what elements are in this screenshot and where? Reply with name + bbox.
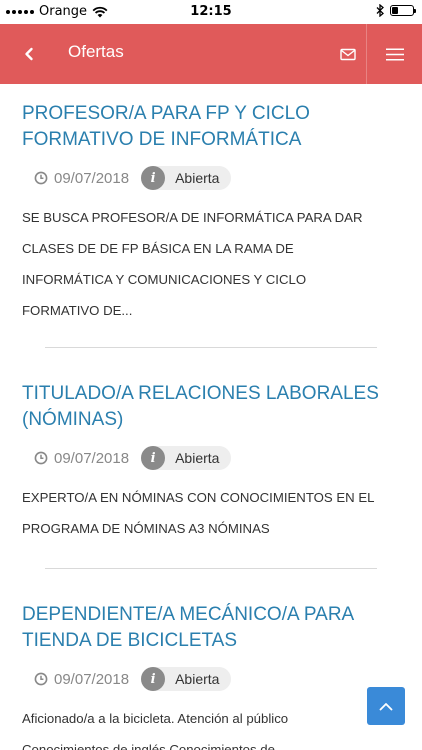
offer-description: Aficionado/a a la bicicleta. Atención al… bbox=[22, 711, 289, 750]
clock-icon bbox=[34, 171, 48, 185]
status-badge: i Abierta bbox=[141, 667, 232, 691]
offer-meta: 09/07/2018 i Abierta bbox=[22, 166, 400, 190]
status-right bbox=[376, 4, 416, 17]
page-title: Ofertas bbox=[68, 42, 124, 61]
offer-title[interactable]: DEPENDIENTE/A MECÁNICO/A PARA TIENDA DE … bbox=[22, 602, 400, 654]
mail-button[interactable] bbox=[328, 24, 368, 84]
scroll-to-top-button[interactable] bbox=[367, 687, 405, 725]
offer-item[interactable]: TITULADO/A RELACIONES LABORALES (NÓMINAS… bbox=[0, 348, 422, 544]
offer-title[interactable]: PROFESOR/A PARA FP Y CICLO FORMATIVO DE … bbox=[22, 101, 400, 153]
info-icon: i bbox=[141, 446, 166, 470]
info-icon: i bbox=[141, 166, 166, 190]
status-badge: i Abierta bbox=[141, 446, 232, 470]
status-bar: Orange 12:15 bbox=[0, 0, 422, 24]
battery-level bbox=[392, 7, 398, 14]
status-badge: i Abierta bbox=[141, 166, 232, 190]
offer-date: 09/07/2018 bbox=[54, 670, 130, 688]
offer-date: 09/07/2018 bbox=[54, 449, 130, 467]
offer-item[interactable]: DEPENDIENTE/A MECÁNICO/A PARA TIENDA DE … bbox=[0, 569, 422, 750]
offer-meta: 09/07/2018 i Abierta bbox=[22, 667, 400, 691]
offer-meta: 09/07/2018 i Abierta bbox=[22, 446, 400, 470]
mail-icon bbox=[340, 48, 356, 60]
clock-icon bbox=[34, 451, 48, 465]
bluetooth-icon bbox=[376, 4, 384, 17]
battery-icon bbox=[390, 5, 416, 16]
offer-item[interactable]: PROFESOR/A PARA FP Y CICLO FORMATIVO DE … bbox=[0, 84, 422, 326]
offer-description: EXPERTO/A EN NÓMINAS CON CONOCIMIENTOS E… bbox=[22, 490, 374, 536]
app-header: Ofertas bbox=[0, 24, 422, 84]
back-button[interactable] bbox=[16, 42, 42, 66]
chevron-left-icon bbox=[25, 47, 33, 61]
clock-icon bbox=[34, 672, 48, 686]
offer-date: 09/07/2018 bbox=[54, 169, 130, 187]
status-label: Abierta bbox=[175, 671, 220, 687]
offer-title[interactable]: TITULADO/A RELACIONES LABORALES (NÓMINAS… bbox=[22, 381, 400, 433]
status-label: Abierta bbox=[175, 450, 220, 466]
hamburger-menu-icon bbox=[386, 48, 404, 60]
header-divider bbox=[366, 24, 367, 84]
offers-list[interactable]: PROFESOR/A PARA FP Y CICLO FORMATIVO DE … bbox=[0, 84, 422, 750]
info-icon: i bbox=[141, 667, 166, 691]
clock: 12:15 bbox=[190, 4, 232, 19]
menu-button[interactable] bbox=[374, 24, 416, 84]
status-label: Abierta bbox=[175, 170, 220, 186]
chevron-up-icon bbox=[379, 702, 393, 710]
offer-description: SE BUSCA PROFESOR/A DE INFORMÁTICA PARA … bbox=[22, 210, 363, 318]
